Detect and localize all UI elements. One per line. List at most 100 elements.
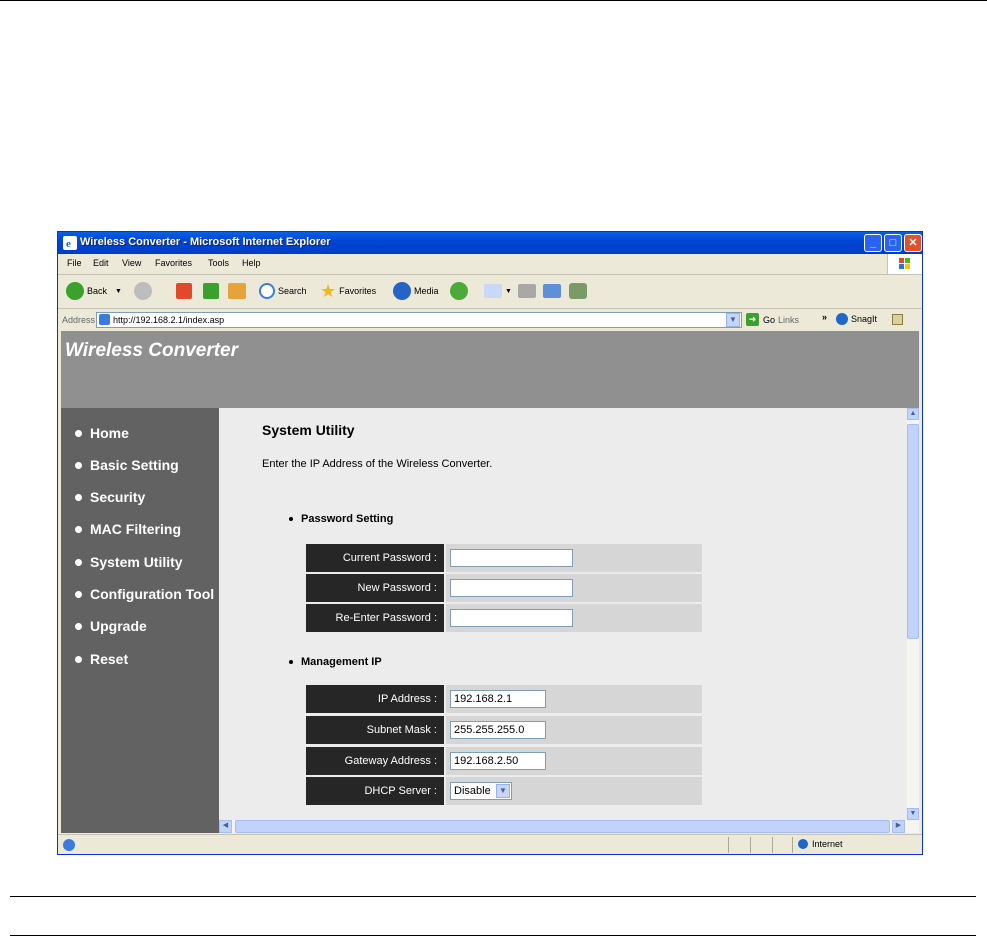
scroll-left-icon[interactable]: ◀	[219, 820, 232, 833]
bullet-icon	[75, 590, 82, 598]
brand-title: Wireless Converter	[65, 340, 239, 361]
messenger-icon	[569, 283, 587, 299]
password-section-heading: Password Setting	[289, 513, 393, 525]
current-password-input[interactable]	[450, 549, 573, 567]
subnet-mask-input[interactable]	[450, 721, 546, 739]
minimize-button[interactable]: _	[864, 234, 882, 252]
status-divider	[792, 837, 793, 853]
stop-button[interactable]	[176, 281, 195, 301]
scroll-down-icon[interactable]: ▼	[907, 808, 919, 820]
windows-flag-icon	[887, 254, 922, 274]
nav-upgrade[interactable]: Upgrade	[75, 618, 147, 634]
section-label: Management IP	[301, 656, 382, 668]
vertical-scroll-thumb[interactable]	[907, 424, 919, 639]
reenter-password-input[interactable]	[450, 609, 573, 627]
home-icon	[228, 283, 246, 299]
gateway-address-input[interactable]	[450, 752, 546, 770]
menu-favorites[interactable]: Favorites	[155, 258, 192, 268]
maximize-button[interactable]: □	[884, 234, 902, 252]
nav-label: Basic Setting	[90, 457, 179, 473]
media-label: Media	[414, 286, 439, 296]
status-bar: Internet	[58, 834, 922, 855]
menu-file[interactable]: File	[67, 258, 82, 268]
sidebar-nav: Home Basic Setting Security MAC Filterin…	[61, 408, 219, 833]
close-button[interactable]: ✕	[904, 234, 922, 252]
nav-label: Reset	[90, 651, 129, 667]
zone-label: Internet	[812, 839, 843, 849]
back-label: Back	[87, 286, 108, 296]
page-status-icon	[63, 839, 75, 851]
page-description: Enter the IP Address of the Wireless Con…	[262, 458, 493, 470]
menu-view[interactable]: View	[122, 258, 141, 268]
address-dropdown-icon[interactable]: ▼	[726, 313, 740, 327]
snagit-capture-icon[interactable]	[892, 314, 903, 325]
links-chevron[interactable]: »	[822, 312, 827, 322]
bullet-icon	[75, 429, 82, 437]
address-input[interactable]: http://192.168.2.1/index.asp	[96, 312, 742, 328]
svg-text:e: e	[66, 238, 71, 250]
browser-window: e Wireless Converter - Microsoft Interne…	[57, 231, 923, 855]
stop-icon	[176, 283, 192, 299]
document-top-rule	[0, 0, 987, 1]
nav-reset[interactable]: Reset	[75, 651, 128, 667]
menu-tools[interactable]: Tools	[208, 258, 229, 268]
mail-dropdown-icon: ▼	[505, 287, 512, 295]
back-button[interactable]: Back ▼	[66, 281, 122, 301]
vertical-scrollbar[interactable]: ▲ ▼	[907, 408, 919, 820]
nav-configuration-tool[interactable]: Configuration Tool	[75, 586, 214, 602]
scroll-up-icon[interactable]: ▲	[907, 408, 919, 420]
nav-security[interactable]: Security	[75, 489, 145, 505]
address-label: Address	[62, 315, 96, 325]
search-button[interactable]: Search	[259, 281, 307, 301]
bullet-icon	[75, 655, 82, 663]
snagit-button[interactable]: SnagIt	[836, 313, 877, 325]
page-header: Wireless Converter	[61, 331, 919, 408]
edit-button[interactable]	[543, 281, 564, 301]
bullet-icon	[75, 622, 82, 630]
dhcp-server-value: Disable	[454, 785, 491, 797]
subnet-mask-label: Subnet Mask :	[306, 716, 444, 744]
gateway-address-row: Gateway Address :	[306, 747, 702, 775]
ip-address-input[interactable]	[450, 690, 546, 708]
nav-label: System Utility	[90, 554, 183, 570]
nav-basic-setting[interactable]: Basic Setting	[75, 457, 179, 473]
mail-button[interactable]: ▼	[484, 281, 512, 301]
print-button[interactable]	[518, 281, 539, 301]
home-button[interactable]	[228, 281, 249, 301]
section-label: Password Setting	[301, 513, 394, 525]
nav-label: MAC Filtering	[90, 521, 181, 537]
main-pane: System Utility Enter the IP Address of t…	[219, 408, 907, 820]
nav-system-utility[interactable]: System Utility	[75, 554, 183, 570]
history-button[interactable]	[450, 281, 471, 301]
address-url: http://192.168.2.1/index.asp	[113, 315, 225, 325]
scroll-right-icon[interactable]: ▶	[892, 820, 905, 833]
menu-help[interactable]: Help	[242, 258, 261, 268]
favorites-label: Favorites	[339, 286, 377, 296]
horizontal-scroll-thumb[interactable]	[235, 820, 890, 833]
status-divider	[728, 837, 729, 853]
nav-home[interactable]: Home	[75, 425, 129, 441]
favorites-button[interactable]: ★ Favorites	[320, 281, 376, 301]
media-button[interactable]: Media	[393, 281, 439, 301]
go-button[interactable]: ➜ Go	[746, 313, 775, 326]
bullet-icon	[75, 558, 82, 566]
search-label: Search	[278, 286, 307, 296]
refresh-button[interactable]	[203, 281, 222, 301]
subnet-mask-row: Subnet Mask :	[306, 716, 702, 744]
ie-logo-icon: e	[63, 236, 77, 250]
title-bar[interactable]: e Wireless Converter - Microsoft Interne…	[58, 232, 922, 254]
nav-mac-filtering[interactable]: MAC Filtering	[75, 521, 181, 537]
window-title: Wireless Converter - Microsoft Internet …	[80, 236, 331, 248]
dhcp-server-select[interactable]: Disable ▼	[450, 782, 512, 800]
menu-edit[interactable]: Edit	[93, 258, 109, 268]
bullet-icon	[75, 525, 82, 533]
forward-button[interactable]	[134, 281, 155, 301]
new-password-input[interactable]	[450, 579, 573, 597]
messenger-button[interactable]	[569, 281, 590, 301]
horizontal-scrollbar[interactable]: ◀ ▶	[219, 820, 919, 833]
links-label[interactable]: Links	[778, 315, 799, 325]
toolbar: Back ▼ Search ★ Favorites Media ▼	[58, 275, 922, 309]
star-icon: ★	[320, 280, 337, 301]
go-label: Go	[763, 314, 776, 325]
menu-bar: File Edit View Favorites Tools Help	[58, 254, 922, 275]
